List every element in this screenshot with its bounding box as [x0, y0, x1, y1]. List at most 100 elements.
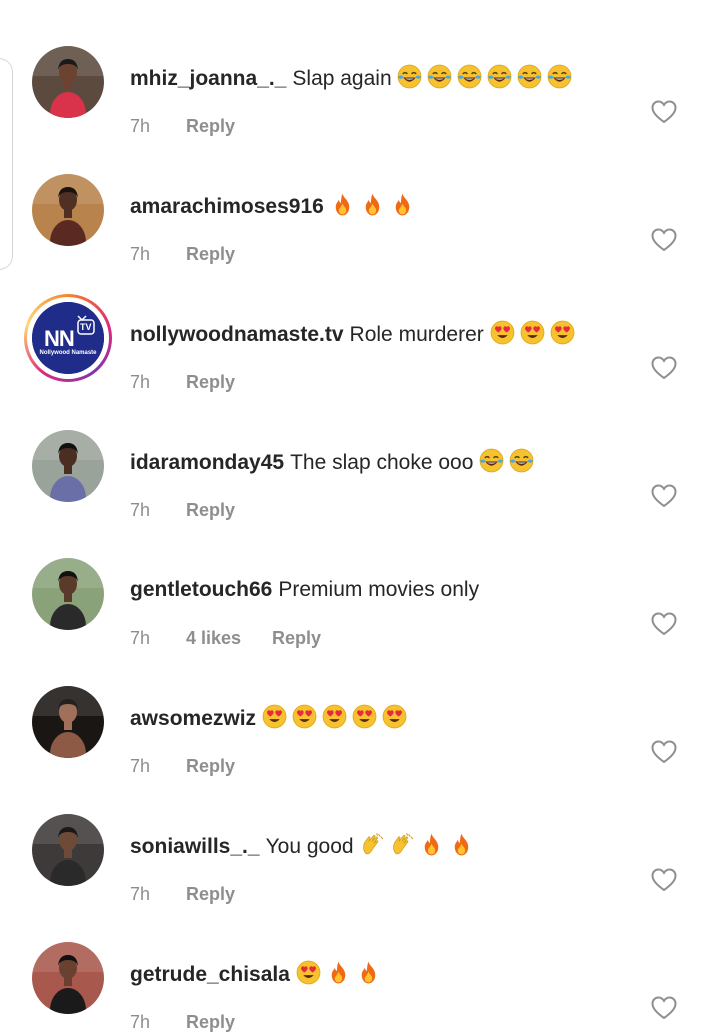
clap-emoji — [389, 832, 414, 857]
comment-text: gentletouch66 Premium movies only — [130, 576, 630, 604]
username-link[interactable]: idaramonday45 — [130, 451, 284, 474]
comment-body: The slap choke ooo — [290, 451, 474, 474]
username-link[interactable]: mhiz_joanna_._ — [130, 67, 286, 90]
story-ring[interactable]: NN TV Nollywood Namaste — [24, 294, 112, 382]
heart-eyes-emoji — [490, 320, 515, 345]
reply-button[interactable]: Reply — [186, 500, 235, 521]
comment-text: idaramonday45 The slap choke ooo — [130, 448, 630, 477]
heart-outline-icon[interactable] — [651, 612, 677, 636]
clap-emoji — [359, 832, 384, 857]
fire-emoji — [419, 832, 444, 857]
comment-timestamp: 7h — [130, 116, 151, 136]
fire-emoji — [449, 832, 474, 857]
comment-meta: 7h Reply — [130, 244, 235, 265]
heart-eyes-emoji — [296, 960, 321, 985]
comment-text: nollywoodnamaste.tv Role murderer — [130, 320, 630, 349]
username-link[interactable]: amarachimoses916 — [130, 195, 324, 218]
comment-meta: 7h 4 likes Reply — [130, 628, 321, 649]
comment-body: Role murderer — [349, 323, 484, 346]
joy-emoji — [547, 64, 572, 89]
comment-body: You good — [265, 835, 354, 858]
comment-timestamp: 7h — [130, 244, 151, 264]
heart-outline-icon[interactable] — [651, 100, 677, 124]
heart-eyes-emoji — [520, 320, 545, 345]
comment-meta: 7h Reply — [130, 500, 235, 521]
joy-emoji — [397, 64, 422, 89]
fire-emoji — [326, 960, 351, 985]
reply-button[interactable]: Reply — [186, 116, 235, 137]
comment-timestamp: 7h — [130, 628, 151, 648]
comment-row: amarachimoses916 7h Reply — [0, 164, 720, 264]
comment-meta: 7h Reply — [130, 116, 235, 137]
heart-eyes-emoji — [292, 704, 317, 729]
fire-emoji — [356, 960, 381, 985]
reply-button[interactable]: Reply — [186, 1012, 235, 1033]
heart-eyes-emoji — [352, 704, 377, 729]
comment-meta: 7h Reply — [130, 884, 235, 905]
heart-eyes-emoji — [550, 320, 575, 345]
joy-emoji — [517, 64, 542, 89]
joy-emoji — [427, 64, 452, 89]
heart-eyes-emoji — [382, 704, 407, 729]
username-link[interactable]: getrude_chisala — [130, 963, 290, 986]
user-photo-avatar[interactable] — [32, 46, 104, 118]
comment-timestamp: 7h — [130, 1012, 151, 1032]
heart-outline-icon[interactable] — [651, 484, 677, 508]
heart-outline-icon[interactable] — [651, 996, 677, 1020]
comment-meta: 7h Reply — [130, 1012, 235, 1033]
likes-count-link[interactable]: 4 likes — [186, 628, 272, 649]
reply-button[interactable]: Reply — [186, 372, 235, 393]
comment-text: soniawills_._ You good — [130, 832, 630, 861]
user-photo-avatar[interactable] — [32, 174, 104, 246]
comment-text: amarachimoses916 — [130, 192, 630, 221]
comment-timestamp: 7h — [130, 372, 151, 392]
user-photo-avatar[interactable] — [32, 686, 104, 758]
comment-timestamp: 7h — [130, 884, 151, 904]
heart-outline-icon[interactable] — [651, 228, 677, 252]
comment-row: getrude_chisala 7h Reply — [0, 932, 720, 1032]
comment-text: mhiz_joanna_._ Slap again — [130, 64, 630, 93]
username-link[interactable]: gentletouch66 — [130, 578, 272, 601]
story-ring-gap: NN TV Nollywood Namaste — [27, 297, 109, 379]
comment-timestamp: 7h — [130, 756, 151, 776]
reply-button[interactable]: Reply — [186, 756, 235, 777]
comment-row: soniawills_._ You good 7h Reply — [0, 804, 720, 904]
comment-body: Premium movies only — [278, 578, 480, 601]
reply-button[interactable]: Reply — [186, 244, 235, 265]
brand-logo-avatar[interactable]: NN TV Nollywood Namaste — [32, 302, 104, 374]
comment-row: NN TV Nollywood Namaste nollywoodnamaste.tv… — [0, 292, 720, 392]
comment-meta: 7h Reply — [130, 372, 235, 393]
joy-emoji — [457, 64, 482, 89]
reply-button[interactable]: Reply — [186, 884, 235, 905]
comment-row: gentletouch66 Premium movies only 7h 4 lik… — [0, 548, 720, 648]
fire-emoji — [360, 192, 385, 217]
user-photo-avatar[interactable] — [32, 942, 104, 1014]
heart-eyes-emoji — [262, 704, 287, 729]
user-photo-avatar[interactable] — [32, 558, 104, 630]
heart-eyes-emoji — [322, 704, 347, 729]
brand-logo-subtitle: Nollywood Namaste — [39, 350, 97, 356]
comment-text: getrude_chisala — [130, 960, 630, 989]
joy-emoji — [479, 448, 504, 473]
username-link[interactable]: nollywoodnamaste.tv — [130, 323, 344, 346]
user-photo-avatar[interactable] — [32, 814, 104, 886]
comment-row: idaramonday45 The slap choke ooo 7h Reply — [0, 420, 720, 520]
comment-row: mhiz_joanna_._ Slap again 7h Reply — [0, 36, 720, 136]
comment-text: awsomezwiz — [130, 704, 630, 733]
comment-row: awsomezwiz 7h Reply — [0, 676, 720, 776]
fire-emoji — [330, 192, 355, 217]
heart-outline-icon[interactable] — [651, 356, 677, 380]
brand-logo-tv: TV — [80, 322, 92, 332]
user-photo-avatar[interactable] — [32, 430, 104, 502]
reply-button[interactable]: Reply — [272, 628, 321, 649]
fire-emoji — [390, 192, 415, 217]
username-link[interactable]: soniawills_._ — [130, 835, 260, 858]
comment-timestamp: 7h — [130, 500, 151, 520]
username-link[interactable]: awsomezwiz — [130, 707, 256, 730]
brand-logo-text: NN — [44, 326, 75, 351]
comment-meta: 7h Reply — [130, 756, 235, 777]
heart-outline-icon[interactable] — [651, 868, 677, 892]
heart-outline-icon[interactable] — [651, 740, 677, 764]
comment-body: Slap again — [292, 67, 392, 90]
joy-emoji — [487, 64, 512, 89]
